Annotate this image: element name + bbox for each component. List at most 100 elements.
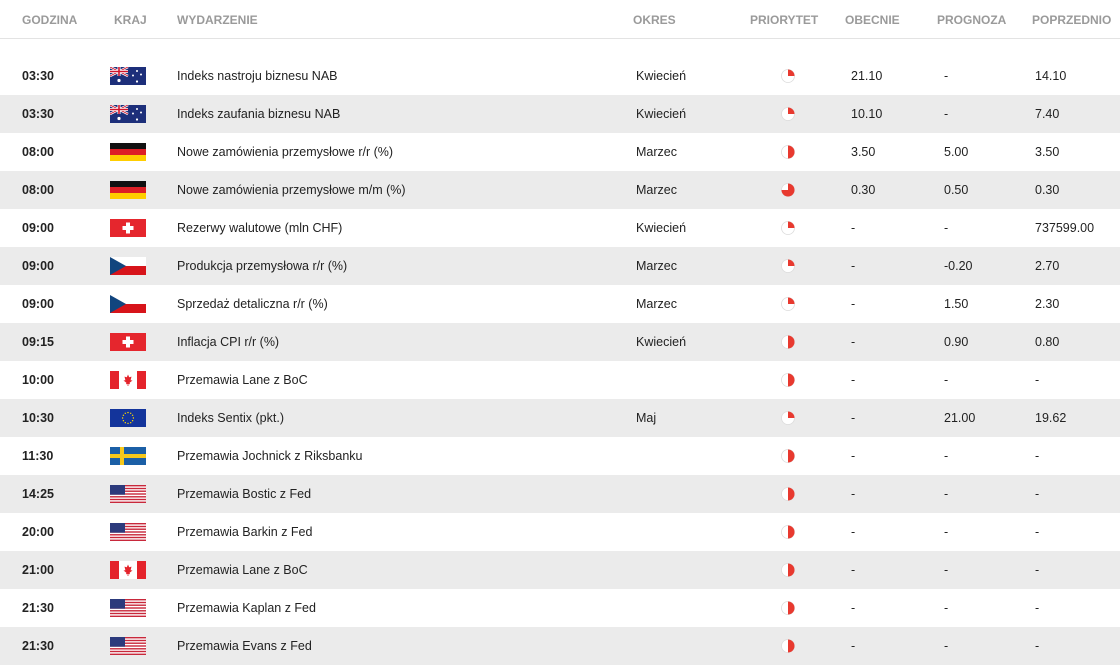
header-time[interactable]: GODZINA	[22, 13, 77, 27]
event-forecast: -	[944, 563, 949, 577]
priority-high-icon	[780, 182, 796, 198]
event-name: Przemawia Evans z Fed	[177, 639, 312, 653]
event-current: -	[851, 449, 856, 463]
table-row[interactable]: 09:00 Sprzedaż detaliczna r/r (%) Marzec - 1…	[0, 285, 1120, 323]
event-current: -	[851, 335, 856, 349]
event-current: 3.50	[851, 145, 876, 159]
priority-medium-icon	[780, 486, 796, 502]
event-time: 09:00	[22, 221, 54, 235]
priority-medium-icon	[780, 448, 796, 464]
event-name: Sprzedaż detaliczna r/r (%)	[177, 297, 328, 311]
event-forecast: 0.50	[944, 183, 969, 197]
header-forecast[interactable]: PROGNOZA	[937, 13, 1006, 27]
event-period: Marzec	[636, 183, 677, 197]
event-previous: -	[1035, 449, 1040, 463]
table-row[interactable]: 11:30 Przemawia Jochnick z Riksbanku - - -	[0, 437, 1120, 475]
event-name: Inflacja CPI r/r (%)	[177, 335, 280, 349]
priority-medium-icon	[780, 372, 796, 388]
event-name: Przemawia Lane z BoC	[177, 563, 308, 577]
event-forecast: -	[944, 221, 949, 235]
priority-medium-icon	[780, 600, 796, 616]
table-row[interactable]: 09:00 Produkcja przemysłowa r/r (%) Marzec…	[0, 247, 1120, 285]
table-row[interactable]: 08:00 Nowe zamówienia przemysłowe m/m (%)…	[0, 171, 1120, 209]
event-time: 08:00	[22, 183, 54, 197]
event-forecast: -	[944, 525, 949, 539]
event-period: Maj	[636, 411, 657, 425]
header-event[interactable]: WYDARZENIE	[177, 13, 258, 27]
de-flag-icon	[110, 143, 146, 161]
header-previous[interactable]: POPRZEDNIO	[1032, 13, 1111, 27]
event-name: Rezerwy walutowe (mln CHF)	[177, 221, 343, 235]
table-row[interactable]: 08:00 Nowe zamówienia przemysłowe r/r (%)…	[0, 133, 1120, 171]
event-forecast: 21.00	[944, 411, 976, 425]
event-period: Marzec	[636, 297, 677, 311]
event-time: 09:00	[22, 297, 54, 311]
event-time: 10:00	[22, 373, 54, 387]
priority-low-icon	[780, 258, 796, 274]
header-priority[interactable]: PRIORYTET	[750, 13, 818, 27]
priority-low-icon	[780, 296, 796, 312]
event-previous: -	[1035, 563, 1040, 577]
table-row[interactable]: 09:15 Inflacja CPI r/r (%) Kwiecień - 0.90 0.…	[0, 323, 1120, 361]
event-current: -	[851, 601, 856, 615]
header-period[interactable]: OKRES	[633, 13, 676, 27]
event-previous: 2.30	[1035, 297, 1060, 311]
event-forecast: 1.50	[944, 297, 969, 311]
table-row[interactable]: 14:25 Przemawia Bostic z Fed - - -	[0, 475, 1120, 513]
au-flag-icon	[109, 103, 146, 123]
event-time: 11:30	[22, 449, 54, 463]
header-country[interactable]: KRAJ	[114, 13, 147, 27]
event-rows: 03:30 Indeks nastroju biznesu NAB Kwiecień…	[0, 57, 1120, 665]
event-period: Kwiecień	[636, 221, 687, 235]
priority-low-icon	[780, 410, 796, 426]
header-current[interactable]: OBECNIE	[845, 13, 900, 27]
event-time: 10:30	[22, 411, 54, 425]
table-row[interactable]: 09:00 Rezerwy walutowe (mln CHF) Kwiecień -…	[0, 209, 1120, 247]
priority-medium-icon	[780, 144, 796, 160]
event-forecast: 5.00	[944, 145, 969, 159]
event-name: Przemawia Bostic z Fed	[177, 487, 312, 501]
event-forecast: -	[944, 69, 949, 83]
table-row[interactable]: 20:00 Przemawia Barkin z Fed - - -	[0, 513, 1120, 551]
table-row[interactable]: 21:30 Przemawia Kaplan z Fed - - -	[0, 589, 1120, 627]
event-previous: 0.30	[1035, 183, 1060, 197]
event-previous: 0.80	[1035, 335, 1060, 349]
priority-medium-icon	[780, 638, 796, 654]
table-row[interactable]: 21:30 Przemawia Evans z Fed - - -	[0, 627, 1120, 665]
event-previous: -	[1035, 639, 1040, 653]
priority-medium-icon	[780, 524, 796, 540]
event-forecast: 0.90	[944, 335, 969, 349]
event-forecast: -	[944, 487, 949, 501]
table-row[interactable]: 03:30 Indeks zaufania biznesu NAB Kwiecień…	[0, 95, 1120, 133]
table-header: GODZINA KRAJ WYDARZENIE OKRES PRIORYTET …	[0, 0, 1120, 39]
ch-flag-icon	[110, 333, 146, 351]
event-time: 03:30	[22, 69, 54, 83]
event-previous: 3.50	[1035, 145, 1060, 159]
event-previous: -	[1035, 373, 1040, 387]
event-name: Przemawia Jochnick z Riksbanku	[177, 449, 363, 463]
event-name: Indeks Sentix (pkt.)	[177, 411, 284, 425]
table-row[interactable]: 03:30 Indeks nastroju biznesu NAB Kwiecień…	[0, 57, 1120, 95]
ca-flag-icon	[110, 561, 146, 579]
event-name: Indeks zaufania biznesu NAB	[177, 107, 341, 121]
us-flag-icon	[110, 523, 146, 541]
event-current: -	[851, 297, 856, 311]
au-flag-icon	[109, 65, 146, 85]
economic-calendar: GODZINA KRAJ WYDARZENIE OKRES PRIORYTET …	[0, 0, 1120, 665]
cz-flag-icon	[110, 295, 146, 313]
priority-low-icon	[780, 220, 796, 236]
event-current: -	[851, 411, 856, 425]
event-current: -	[851, 259, 856, 273]
table-row[interactable]: 10:30 Indeks Sentix (pkt.) Maj - 21.00 19.62	[0, 399, 1120, 437]
event-current: 21.10	[851, 69, 883, 83]
event-current: -	[851, 525, 856, 539]
priority-medium-icon	[780, 562, 796, 578]
event-current: -	[851, 487, 856, 501]
us-flag-icon	[110, 485, 146, 503]
event-previous: 14.10	[1035, 69, 1067, 83]
event-current: -	[851, 373, 856, 387]
event-forecast: -	[944, 373, 949, 387]
table-row[interactable]: 10:00 Przemawia Lane z BoC - - -	[0, 361, 1120, 399]
event-previous: -	[1035, 601, 1040, 615]
table-row[interactable]: 21:00 Przemawia Lane z BoC - - -	[0, 551, 1120, 589]
